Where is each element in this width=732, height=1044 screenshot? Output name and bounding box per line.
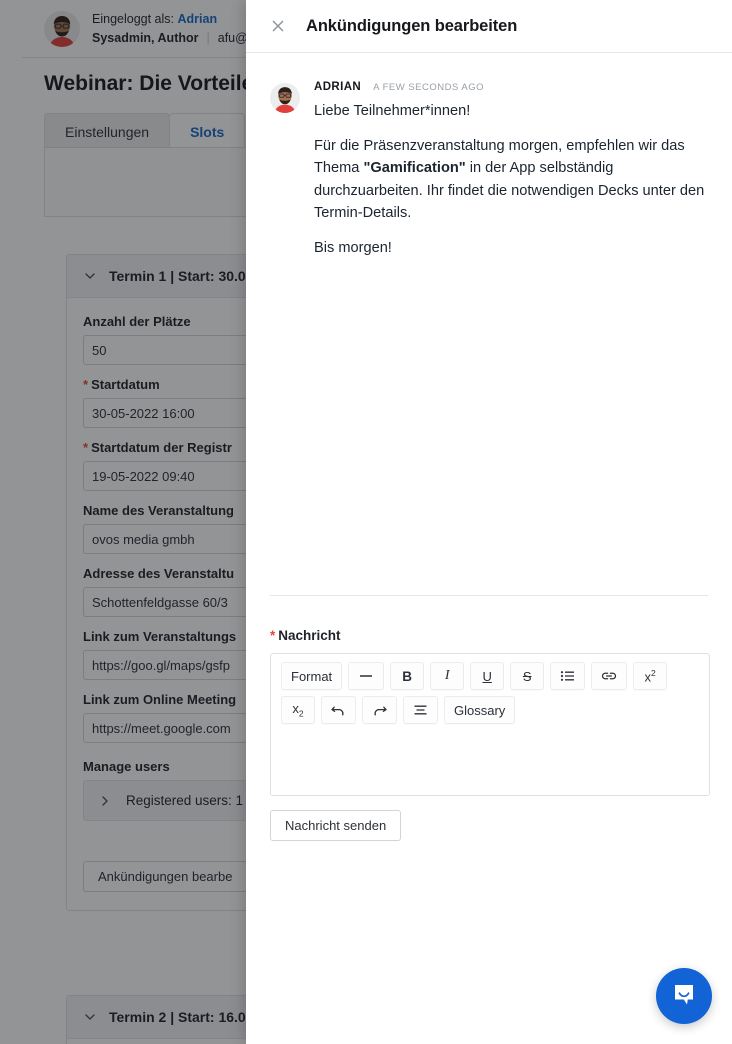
bulleted-list-icon: [560, 670, 575, 682]
superscript-button[interactable]: x2: [633, 662, 668, 690]
subscript-icon: x2: [292, 701, 304, 719]
redo-button[interactable]: [362, 696, 397, 724]
link-icon: [601, 670, 617, 682]
message-timestamp: A FEW SECONDS AGO: [373, 82, 485, 93]
section-divider: [270, 595, 708, 596]
message-form: * Nachricht Format B I U S x2 x2 Glossar…: [270, 628, 710, 841]
message-main: ADRIAN A FEW SECONDS AGO Liebe Teilnehme…: [314, 81, 708, 259]
message-paragraph-2-bold: "Gamification": [363, 160, 466, 177]
strikethrough-icon: S: [522, 668, 532, 684]
undo-button[interactable]: [321, 696, 356, 724]
bulleted-list-button[interactable]: [550, 662, 586, 690]
horizontal-rule-icon: [358, 670, 374, 682]
message-paragraph-1: Liebe Teilnehmer*innen!: [314, 103, 471, 119]
editor-toolbar: Format B I U S x2 x2 Glossary: [271, 654, 709, 733]
message-field-label-text: Nachricht: [278, 628, 341, 643]
message-avatar: [270, 83, 300, 113]
format-button[interactable]: Format: [281, 662, 343, 690]
underline-icon: U: [482, 668, 492, 684]
announcements-modal: Ankündigungen bearbeiten ADRIAN A FEW SE…: [246, 0, 732, 1044]
bold-icon: B: [402, 668, 413, 684]
superscript-icon: x2: [644, 667, 656, 685]
horizontal-rule-button[interactable]: [348, 662, 385, 690]
rich-text-editor: Format B I U S x2 x2 Glossary: [270, 653, 710, 796]
bold-button[interactable]: B: [390, 662, 425, 690]
required-marker: *: [270, 628, 276, 643]
message-field-label: * Nachricht: [270, 628, 710, 643]
modal-header: Ankündigungen bearbeiten: [246, 0, 732, 53]
italic-icon: I: [444, 668, 450, 683]
message-author: ADRIAN: [314, 81, 362, 93]
editor-content-area[interactable]: [271, 733, 709, 795]
redo-icon: [372, 704, 387, 716]
send-message-button[interactable]: Nachricht senden: [270, 810, 402, 841]
chat-bubble-icon: [670, 980, 698, 1013]
intercom-launcher-button[interactable]: [656, 968, 712, 1024]
strikethrough-button[interactable]: S: [510, 662, 545, 690]
screen-root: Eingeloggt als: Adrian Sysadmin, Author …: [0, 0, 732, 1044]
modal-title: Ankündigungen bearbeiten: [306, 16, 518, 35]
message-paragraph-2: Für die Präsenzveranstaltung morgen, emp…: [314, 135, 708, 224]
subscript-button[interactable]: x2: [281, 696, 315, 724]
message-paragraph-3: Bis morgen!: [314, 239, 392, 256]
undo-icon: [331, 704, 346, 716]
message-meta: ADRIAN A FEW SECONDS AGO: [314, 81, 708, 93]
modal-body: ADRIAN A FEW SECONDS AGO Liebe Teilnehme…: [246, 53, 732, 1044]
align-button[interactable]: [403, 696, 438, 724]
link-button[interactable]: [591, 662, 628, 690]
align-icon: [413, 704, 428, 716]
underline-button[interactable]: U: [470, 662, 505, 690]
glossary-button[interactable]: Glossary: [444, 696, 516, 724]
close-icon[interactable]: [270, 18, 286, 34]
italic-button[interactable]: I: [430, 662, 465, 690]
announcement-message: ADRIAN A FEW SECONDS AGO Liebe Teilnehme…: [246, 53, 732, 259]
